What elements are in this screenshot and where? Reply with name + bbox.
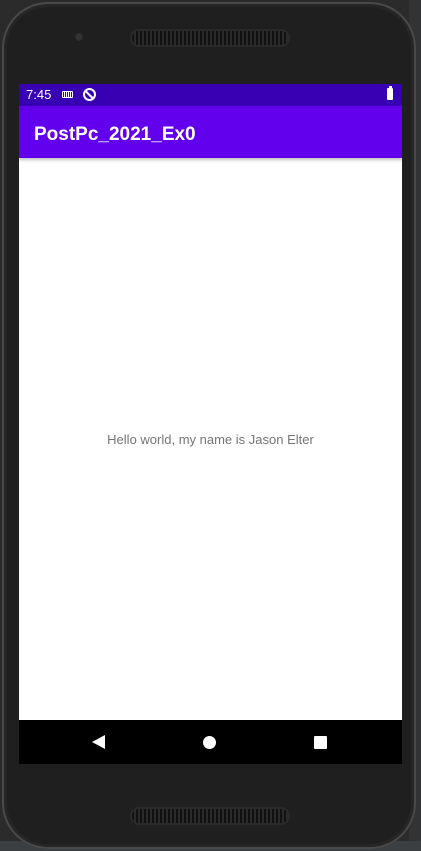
keyboard-icon bbox=[62, 91, 73, 98]
top-speaker-grille bbox=[132, 31, 288, 45]
status-time: 7:45 bbox=[26, 87, 52, 102]
main-content: Hello world, my name is Jason Elter bbox=[19, 158, 402, 720]
front-camera bbox=[74, 32, 84, 42]
home-icon[interactable] bbox=[203, 736, 216, 749]
back-icon[interactable] bbox=[92, 735, 105, 749]
app-toolbar: PostPc_2021_Ex0 bbox=[19, 106, 402, 158]
device-frame: 7:45 PostPc_2021_Ex0 Hello world, my nam… bbox=[2, 2, 416, 849]
recents-icon[interactable] bbox=[314, 736, 327, 749]
navigation-bar bbox=[19, 720, 402, 764]
device-screen: 7:45 PostPc_2021_Ex0 Hello world, my nam… bbox=[19, 84, 402, 764]
greeting-text: Hello world, my name is Jason Elter bbox=[107, 432, 314, 447]
do-not-disturb-icon bbox=[83, 88, 96, 101]
battery-icon bbox=[387, 86, 393, 100]
status-bar: 7:45 bbox=[19, 84, 402, 106]
bottom-speaker-grille bbox=[132, 809, 288, 823]
app-title: PostPc_2021_Ex0 bbox=[34, 124, 196, 145]
